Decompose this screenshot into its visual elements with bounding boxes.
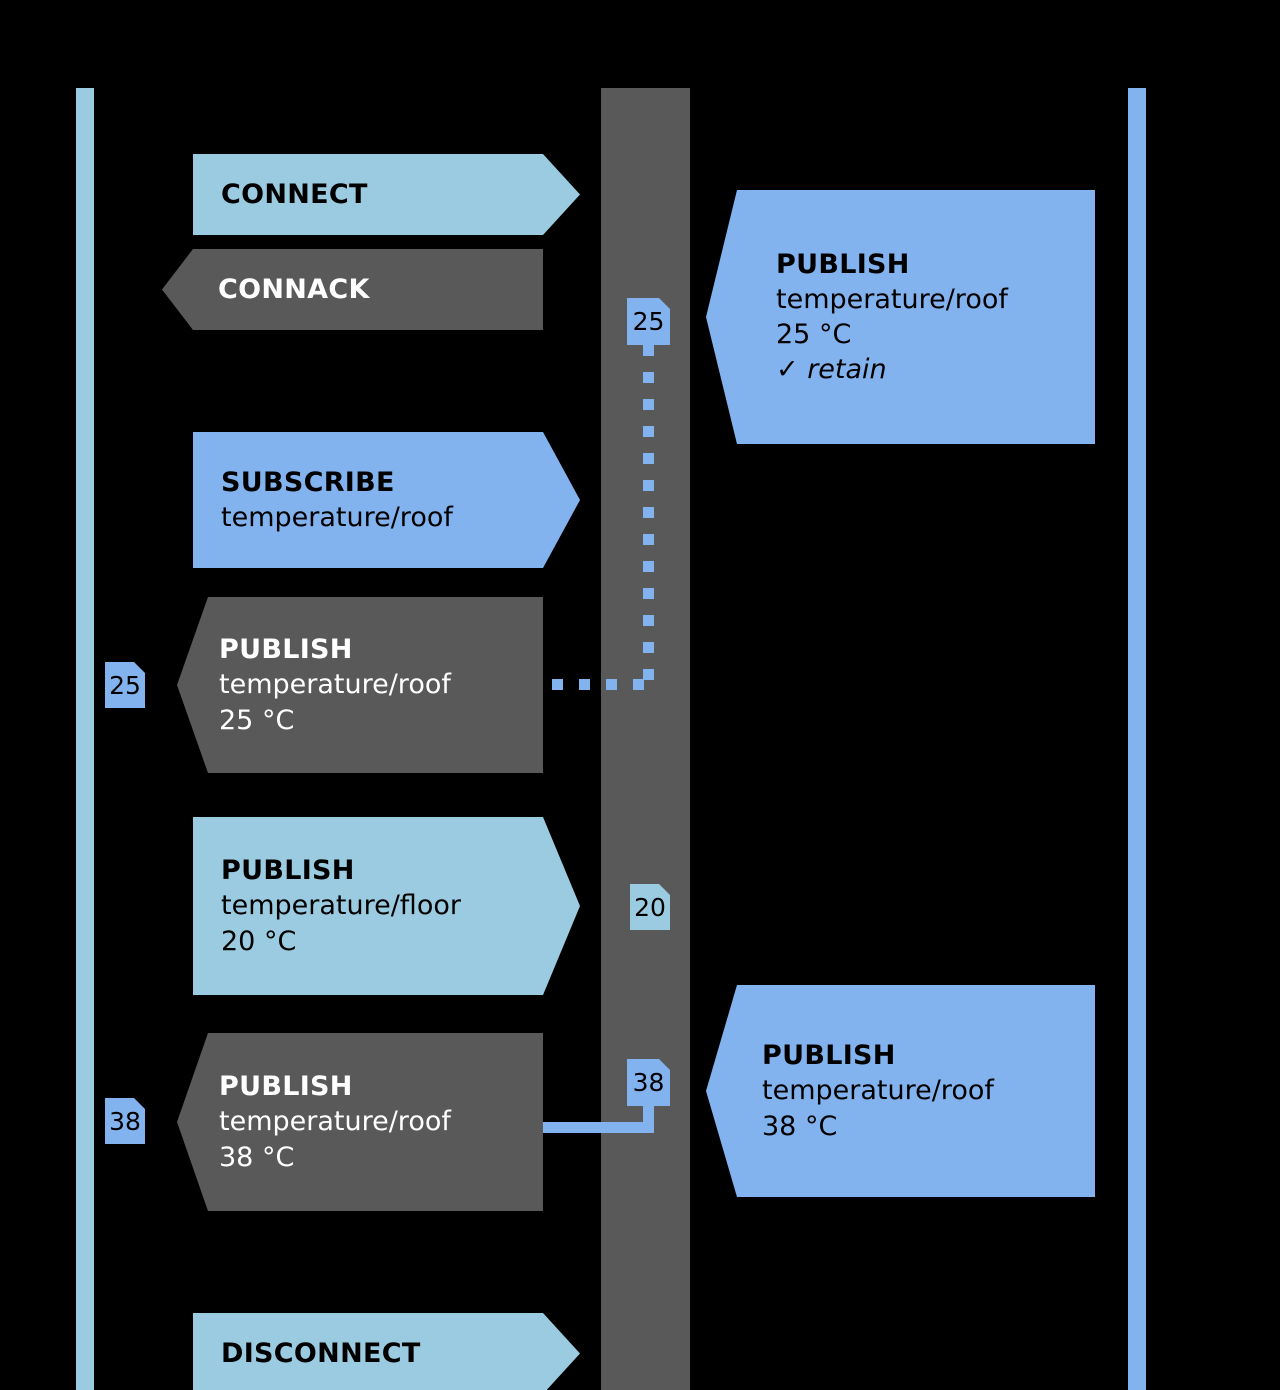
message-publish-25-topic: temperature/roof [219, 669, 451, 701]
retained-25-dotted-horizontal [552, 679, 655, 690]
message-disconnect-title: DISCONNECT [221, 1337, 421, 1369]
badge-broker-store-38: 38 [627, 1059, 670, 1106]
retained-25-dotted-vertical [643, 345, 654, 690]
message-publish-floor-title: PUBLISH [221, 855, 355, 887]
message-publish-roof-38-to-client[interactable]: PUBLISH temperature/roof 38 °C [177, 1033, 543, 1211]
message-publish-floor-topic: temperature/floor [221, 890, 461, 922]
message-publish-38-topic: temperature/roof [219, 1106, 451, 1138]
message-connect[interactable]: CONNECT [193, 154, 580, 235]
message-publish-25-title: PUBLISH [219, 634, 353, 666]
badge-broker-store-38-value: 38 [632, 1068, 665, 1097]
message-publish-38-sub-value: 38 °C [762, 1110, 838, 1142]
message-publish-floor-value: 20 °C [221, 925, 297, 957]
message-connack[interactable]: CONNACK [162, 249, 543, 330]
badge-broker-store-20-value: 20 [634, 892, 666, 922]
message-publish-roof-25-retain[interactable]: PUBLISH temperature/roof 25 °C ✓ retain [706, 190, 1095, 444]
message-publish-retain-flag: ✓ retain [776, 354, 887, 386]
message-subscribe-title: SUBSCRIBE [221, 466, 395, 498]
message-subscribe-topic: temperature/roof [221, 502, 453, 533]
message-connect-title: CONNECT [221, 178, 368, 210]
message-subscribe[interactable]: SUBSCRIBE temperature/roof [193, 432, 580, 568]
message-publish-38-value: 38 °C [219, 1141, 295, 1173]
badge-client-delivered-38: 38 [105, 1098, 145, 1144]
message-publish-38-sub-topic: temperature/roof [762, 1075, 994, 1107]
badge-client-delivered-25: 25 [105, 662, 145, 708]
message-publish-floor-20[interactable]: PUBLISH temperature/floor 20 °C [193, 817, 580, 995]
message-publish-retain-title: PUBLISH [776, 248, 910, 280]
message-disconnect[interactable]: DISCONNECT [193, 1313, 580, 1390]
badge-client-delivered-38-value: 38 [109, 1106, 141, 1136]
broker-lifeline [601, 88, 690, 1390]
mqtt-sequence-diagram: CONNECT CONNACK 25 PUBLISH temperature/r… [0, 0, 1280, 1390]
badge-client-delivered-25-value: 25 [109, 670, 141, 700]
message-publish-retain-topic: temperature/roof [776, 283, 1008, 315]
badge-broker-store-25: 25 [627, 298, 670, 345]
message-publish-38-title: PUBLISH [219, 1071, 353, 1103]
message-publish-roof-38-from-subscriber[interactable]: PUBLISH temperature/roof 38 °C [706, 985, 1095, 1197]
badge-broker-store-25-value: 25 [632, 307, 665, 336]
message-publish-25-value: 25 °C [219, 704, 295, 736]
message-publish-retain-value: 25 °C [776, 319, 852, 350]
subscriber-lifeline [1128, 88, 1146, 1390]
message-publish-roof-25-to-client[interactable]: PUBLISH temperature/roof 25 °C [177, 597, 543, 773]
message-connack-title: CONNACK [218, 273, 370, 305]
client-lifeline [76, 88, 94, 1390]
delivery-38-connector-horizontal [543, 1122, 654, 1133]
message-publish-38-sub-title: PUBLISH [762, 1040, 896, 1072]
badge-broker-store-20: 20 [630, 884, 670, 930]
